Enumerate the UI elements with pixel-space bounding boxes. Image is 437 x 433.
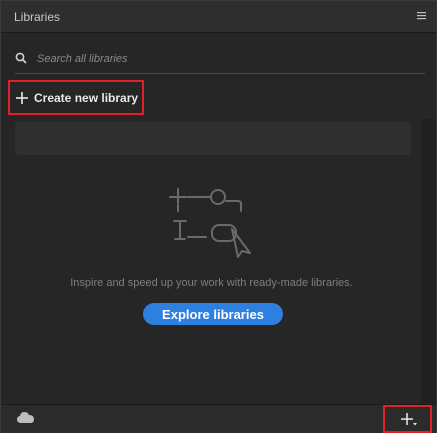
create-new-library-label: Create new library bbox=[34, 90, 139, 105]
library-placeholder-row bbox=[15, 122, 411, 155]
library-list bbox=[1, 119, 422, 403]
plus-icon bbox=[16, 91, 28, 104]
search-bar bbox=[15, 47, 425, 74]
search-icon bbox=[15, 52, 27, 64]
add-dropdown-icon bbox=[401, 413, 417, 426]
scrollbar-track[interactable] bbox=[422, 119, 436, 403]
cloud-icon[interactable] bbox=[17, 411, 35, 425]
panel-title: Libraries bbox=[14, 10, 61, 24]
panel-footer bbox=[1, 404, 436, 433]
search-input[interactable] bbox=[35, 48, 419, 70]
add-content-button[interactable] bbox=[383, 405, 432, 433]
hamburger-icon[interactable] bbox=[417, 11, 426, 20]
empty-state-message: Inspire and speed up your work with read… bbox=[70, 277, 353, 289]
panel-titlebar: Libraries bbox=[1, 1, 436, 33]
explore-libraries-button[interactable]: Explore libraries bbox=[143, 303, 283, 325]
libraries-panel: Libraries Create new library bbox=[0, 0, 437, 433]
create-new-library-button[interactable]: Create new library bbox=[8, 80, 144, 115]
design-assets-illustration bbox=[169, 188, 251, 258]
